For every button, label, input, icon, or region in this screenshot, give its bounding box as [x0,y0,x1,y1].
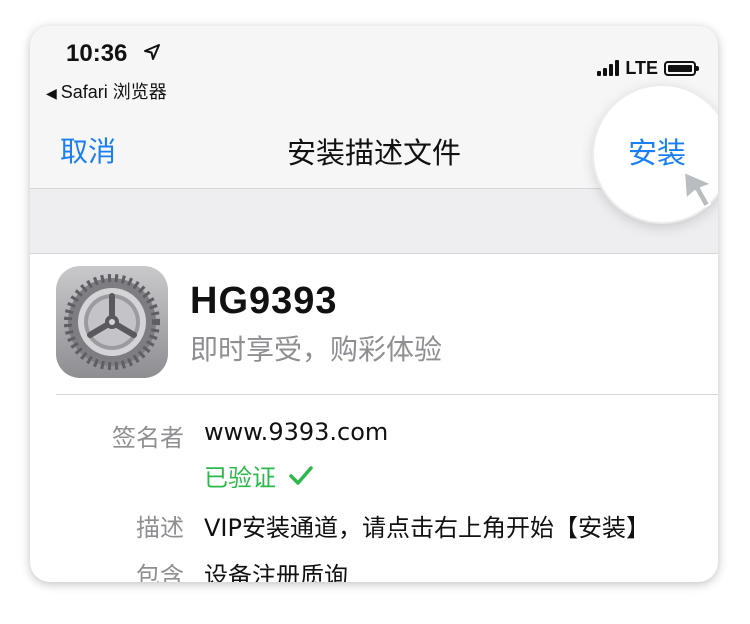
contains-label: 包含 [136,562,184,582]
divider [56,394,718,395]
profile-name: HG9393 [190,280,338,322]
phone-screen: 10:36 ◀ Safari 浏览器 LTE 取消 安装描述文件 安装 HG93… [30,26,718,582]
pointer-arrow-icon [683,171,713,208]
status-indicators: LTE [597,57,699,78]
checkmark-icon [289,465,313,485]
profile-subtitle: 即时享受，购彩体验 [190,333,443,366]
settings-gear-icon [56,266,168,378]
contains-value: 设备注册质询 [204,562,348,582]
back-label: Safari 浏览器 [60,82,167,102]
description-value: VIP安装通道，请点击右上角开始【安装】 [204,514,650,542]
verified-label: 已验证 [204,464,276,492]
back-triangle-icon: ◀ [46,85,57,101]
cancel-button[interactable]: 取消 [60,130,116,170]
battery-icon [664,60,699,76]
network-type: LTE [625,57,658,78]
verified-status: 已验证 [204,458,314,493]
signer-value: www.9393.com [204,418,389,446]
location-arrow-icon [142,42,162,67]
back-to-safari-link[interactable]: ◀ Safari 浏览器 [46,78,167,104]
install-button[interactable]: 安装 [628,130,686,172]
description-label: 描述 [136,514,184,542]
signal-bars-icon [597,60,620,76]
status-time: 10:36 [66,40,128,67]
signer-label: 签名者 [112,424,184,452]
